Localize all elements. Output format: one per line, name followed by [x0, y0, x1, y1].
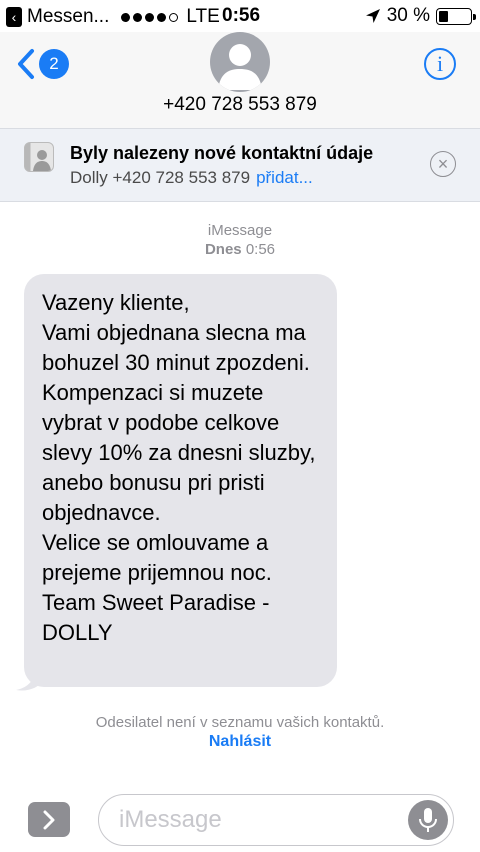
dismiss-banner-button[interactable]: × [430, 151, 456, 177]
info-button[interactable]: i [424, 48, 456, 80]
status-time: 0:56 [222, 5, 261, 26]
conversation-header: 2 +420 728 553 879 i [0, 32, 480, 128]
signal-strength-icon [121, 12, 179, 22]
back-button[interactable]: 2 [16, 48, 69, 80]
unread-badge: 2 [39, 49, 69, 79]
apps-button[interactable] [28, 802, 70, 837]
contact-number[interactable]: +420 728 553 879 [0, 94, 480, 116]
compose-bar: iMessage [0, 786, 480, 852]
back-app-label[interactable]: Messen... [27, 6, 109, 28]
contact-suggestion-banner: Byly nalezeny nové kontaktní údaje Dolly… [0, 128, 480, 202]
report-junk-link[interactable]: Nahlásit [0, 733, 480, 751]
message-input[interactable]: iMessage [98, 794, 454, 846]
status-bar: ‹ Messen... LTE 0:56 30 % [0, 0, 480, 32]
service-label: iMessage [207, 222, 273, 239]
battery-icon [436, 7, 476, 25]
banner-contact-info: Dolly +420 728 553 879 [70, 168, 251, 187]
carrier-label: LTE [186, 6, 220, 27]
message-input-placeholder: iMessage [119, 806, 222, 833]
timestamp-time: 0:56 [245, 241, 276, 258]
status-right: 30 % [365, 5, 476, 27]
message-timestamp: Dnes 0:56 [0, 241, 480, 258]
close-icon: × [437, 154, 449, 174]
back-to-app-icon[interactable]: ‹ [6, 7, 22, 27]
chevron-left-icon [18, 49, 34, 79]
status-left: ‹ Messen... LTE [6, 6, 220, 28]
location-arrow-icon [365, 9, 380, 23]
dictation-button[interactable] [408, 800, 448, 840]
contact-avatar[interactable] [210, 32, 270, 92]
info-icon: i [436, 51, 444, 76]
battery-percent: 30 % [386, 5, 430, 26]
contacts-app-icon [24, 142, 54, 172]
chevron-right-icon [43, 810, 55, 829]
microphone-icon [419, 808, 437, 832]
person-icon [218, 44, 262, 90]
add-contact-link[interactable]: přidat... [256, 168, 313, 187]
unknown-sender-notice: Odesilatel není v seznamu vašich kontakt… [95, 714, 385, 731]
timestamp-day: Dnes [204, 241, 242, 258]
banner-title: Byly nalezeny nové kontaktní údaje [70, 143, 374, 163]
banner-subtitle: Dolly +420 728 553 879 přidat... [70, 168, 313, 188]
incoming-message-bubble[interactable]: Vazeny kliente, Vami objednana slecna ma… [24, 274, 337, 687]
battery-level [439, 10, 448, 22]
